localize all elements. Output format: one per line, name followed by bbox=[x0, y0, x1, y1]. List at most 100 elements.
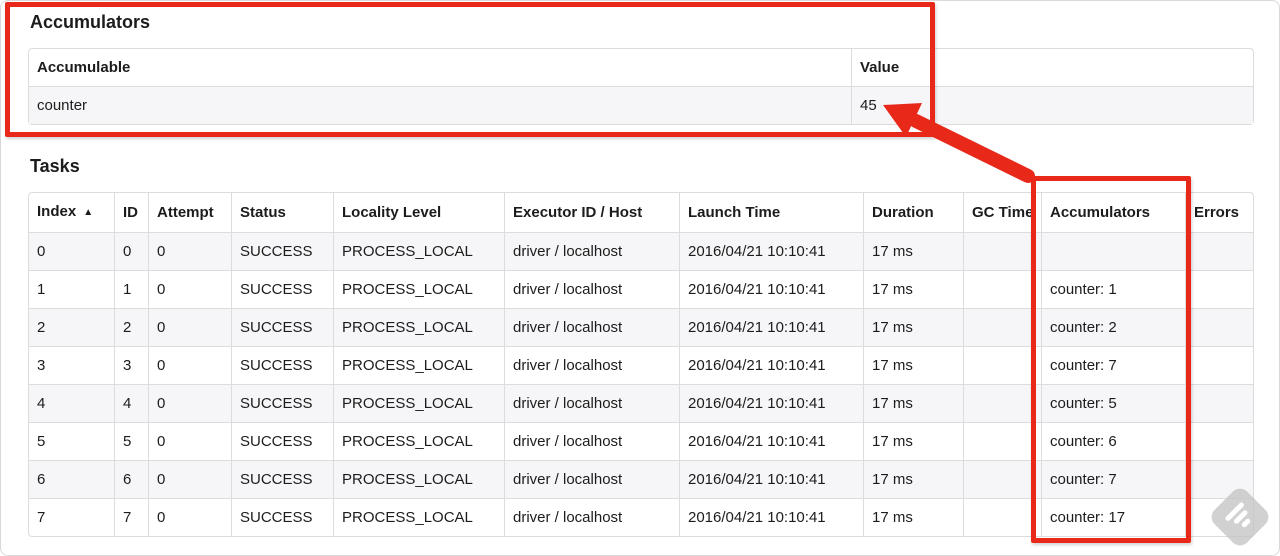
task-status-cell: SUCCESS bbox=[231, 460, 333, 498]
task-duration-cell: 17 ms bbox=[863, 384, 963, 422]
task-executor-cell: driver / localhost bbox=[504, 498, 679, 536]
task-gc-time-cell bbox=[963, 460, 1041, 498]
task-index-cell: 5 bbox=[29, 422, 114, 460]
task-locality-cell: PROCESS_LOCAL bbox=[333, 460, 504, 498]
sort-ascending-icon: ▲ bbox=[83, 207, 94, 218]
task-attempt-cell: 0 bbox=[148, 346, 231, 384]
task-attempt-cell: 0 bbox=[148, 270, 231, 308]
task-row: 5 5 0 SUCCESS PROCESS_LOCAL driver / loc… bbox=[29, 422, 1253, 460]
task-duration-cell: 17 ms bbox=[863, 460, 963, 498]
task-row: 0 0 0 SUCCESS PROCESS_LOCAL driver / loc… bbox=[29, 232, 1253, 270]
task-index-cell: 0 bbox=[29, 232, 114, 270]
task-id-cell: 3 bbox=[114, 346, 148, 384]
task-index-cell: 3 bbox=[29, 346, 114, 384]
task-status-cell: SUCCESS bbox=[231, 232, 333, 270]
task-id-cell: 7 bbox=[114, 498, 148, 536]
tasks-table: Index ▲ ID Attempt Status Locality Level … bbox=[28, 192, 1254, 537]
task-errors-cell bbox=[1185, 460, 1253, 498]
task-attempt-cell: 0 bbox=[148, 384, 231, 422]
task-executor-cell: driver / localhost bbox=[504, 422, 679, 460]
task-executor-cell: driver / localhost bbox=[504, 384, 679, 422]
attempt-column-header[interactable]: Attempt bbox=[148, 193, 231, 232]
task-attempt-cell: 0 bbox=[148, 308, 231, 346]
id-column-header[interactable]: ID bbox=[114, 193, 148, 232]
accumulators-section-title: Accumulators bbox=[30, 12, 151, 32]
task-status-cell: SUCCESS bbox=[231, 270, 333, 308]
status-column-header[interactable]: Status bbox=[231, 193, 333, 232]
task-locality-cell: PROCESS_LOCAL bbox=[333, 422, 504, 460]
duration-column-header[interactable]: Duration bbox=[863, 193, 963, 232]
task-id-cell: 5 bbox=[114, 422, 148, 460]
accumulators-column-header[interactable]: Accumulators bbox=[1041, 193, 1185, 232]
task-gc-time-cell bbox=[963, 270, 1041, 308]
task-index-cell: 7 bbox=[29, 498, 114, 536]
tasks-header-row: Index ▲ ID Attempt Status Locality Level … bbox=[29, 193, 1253, 232]
task-gc-time-cell bbox=[963, 308, 1041, 346]
task-errors-cell bbox=[1185, 270, 1253, 308]
task-launch-time-cell: 2016/04/21 10:10:41 bbox=[679, 270, 863, 308]
task-accumulators-cell: counter: 6 bbox=[1041, 422, 1185, 460]
task-launch-time-cell: 2016/04/21 10:10:41 bbox=[679, 232, 863, 270]
task-row: 4 4 0 SUCCESS PROCESS_LOCAL driver / loc… bbox=[29, 384, 1253, 422]
task-row: 1 1 0 SUCCESS PROCESS_LOCAL driver / loc… bbox=[29, 270, 1253, 308]
locality-level-column-header[interactable]: Locality Level bbox=[333, 193, 504, 232]
task-locality-cell: PROCESS_LOCAL bbox=[333, 384, 504, 422]
task-index-cell: 1 bbox=[29, 270, 114, 308]
task-accumulators-cell: counter: 7 bbox=[1041, 460, 1185, 498]
task-accumulators-cell: counter: 17 bbox=[1041, 498, 1185, 536]
task-row: 6 6 0 SUCCESS PROCESS_LOCAL driver / loc… bbox=[29, 460, 1253, 498]
accumulable-column-header[interactable]: Accumulable bbox=[29, 49, 851, 86]
task-attempt-cell: 0 bbox=[148, 232, 231, 270]
task-gc-time-cell bbox=[963, 422, 1041, 460]
task-gc-time-cell bbox=[963, 498, 1041, 536]
tasks-section-title: Tasks bbox=[30, 156, 80, 176]
task-launch-time-cell: 2016/04/21 10:10:41 bbox=[679, 308, 863, 346]
task-executor-cell: driver / localhost bbox=[504, 346, 679, 384]
task-launch-time-cell: 2016/04/21 10:10:41 bbox=[679, 422, 863, 460]
accumulable-row: counter 45 bbox=[29, 86, 1253, 124]
task-accumulators-cell: counter: 5 bbox=[1041, 384, 1185, 422]
task-index-cell: 2 bbox=[29, 308, 114, 346]
index-header-label: Index bbox=[37, 203, 77, 220]
task-id-cell: 1 bbox=[114, 270, 148, 308]
task-status-cell: SUCCESS bbox=[231, 346, 333, 384]
task-index-cell: 6 bbox=[29, 460, 114, 498]
task-executor-cell: driver / localhost bbox=[504, 308, 679, 346]
accumulables-table: Accumulable Value counter 45 bbox=[28, 48, 1254, 125]
task-locality-cell: PROCESS_LOCAL bbox=[333, 346, 504, 384]
task-duration-cell: 17 ms bbox=[863, 270, 963, 308]
task-index-cell: 4 bbox=[29, 384, 114, 422]
task-locality-cell: PROCESS_LOCAL bbox=[333, 232, 504, 270]
task-executor-cell: driver / localhost bbox=[504, 270, 679, 308]
task-duration-cell: 17 ms bbox=[863, 498, 963, 536]
task-errors-cell bbox=[1185, 498, 1253, 536]
task-gc-time-cell bbox=[963, 384, 1041, 422]
accumulables-header-row: Accumulable Value bbox=[29, 49, 1253, 86]
task-locality-cell: PROCESS_LOCAL bbox=[333, 308, 504, 346]
accumulable-value-cell: 45 bbox=[851, 86, 1253, 124]
task-id-cell: 4 bbox=[114, 384, 148, 422]
task-locality-cell: PROCESS_LOCAL bbox=[333, 270, 504, 308]
task-executor-cell: driver / localhost bbox=[504, 232, 679, 270]
executor-id-host-column-header[interactable]: Executor ID / Host bbox=[504, 193, 679, 232]
task-accumulators-cell: counter: 7 bbox=[1041, 346, 1185, 384]
task-errors-cell bbox=[1185, 232, 1253, 270]
errors-column-header[interactable]: Errors bbox=[1185, 193, 1253, 232]
task-locality-cell: PROCESS_LOCAL bbox=[333, 498, 504, 536]
task-executor-cell: driver / localhost bbox=[504, 460, 679, 498]
task-accumulators-cell: counter: 1 bbox=[1041, 270, 1185, 308]
task-duration-cell: 17 ms bbox=[863, 308, 963, 346]
task-row: 2 2 0 SUCCESS PROCESS_LOCAL driver / loc… bbox=[29, 308, 1253, 346]
index-column-header[interactable]: Index ▲ bbox=[29, 193, 114, 232]
gc-time-column-header[interactable]: GC Time bbox=[963, 193, 1041, 232]
launch-time-column-header[interactable]: Launch Time bbox=[679, 193, 863, 232]
page-content: Accumulators Accumulable Value counter 4… bbox=[0, 0, 1280, 537]
task-launch-time-cell: 2016/04/21 10:10:41 bbox=[679, 460, 863, 498]
task-status-cell: SUCCESS bbox=[231, 384, 333, 422]
task-attempt-cell: 0 bbox=[148, 498, 231, 536]
task-accumulators-cell bbox=[1041, 232, 1185, 270]
task-duration-cell: 17 ms bbox=[863, 232, 963, 270]
value-column-header[interactable]: Value bbox=[851, 49, 1253, 86]
task-row: 3 3 0 SUCCESS PROCESS_LOCAL driver / loc… bbox=[29, 346, 1253, 384]
task-attempt-cell: 0 bbox=[148, 422, 231, 460]
